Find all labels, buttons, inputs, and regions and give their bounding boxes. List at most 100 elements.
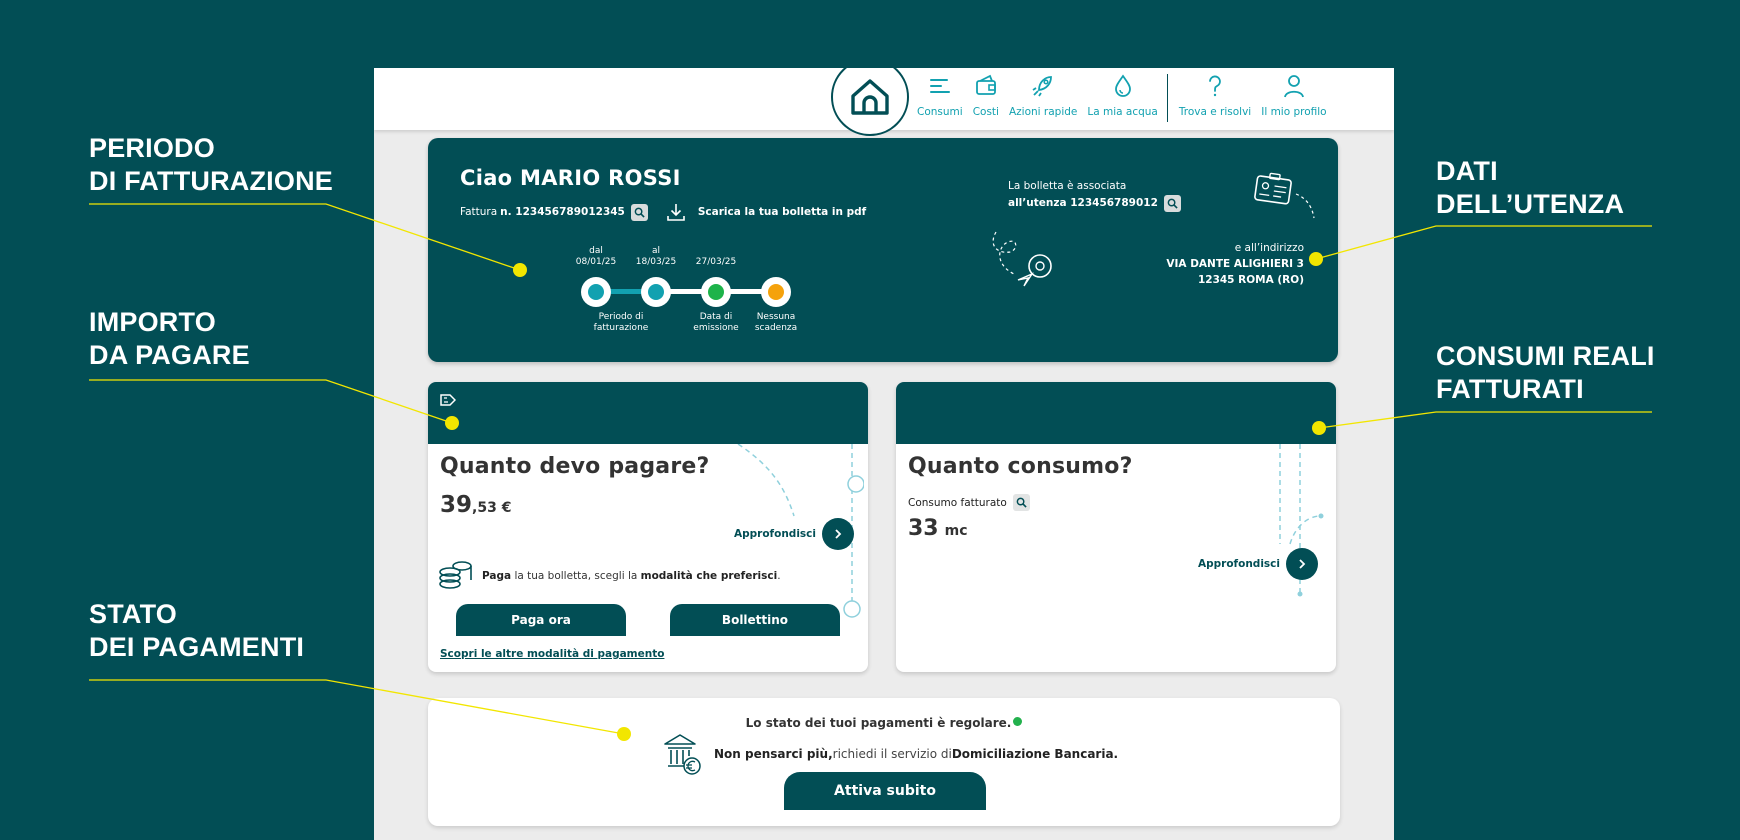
consumption-label: Consumo fatturato: [908, 496, 1007, 509]
invoice-search-button[interactable]: [630, 203, 648, 221]
download-pdf-link[interactable]: Scarica la tua bolletta in pdf: [666, 202, 866, 222]
consumption-search-button[interactable]: [1012, 494, 1030, 511]
payment-hint-bold-2: modalità che preferisci: [640, 570, 778, 582]
bill-summary-card: Ciao MARIO ROSSI Fattura n. 123456789012…: [428, 138, 1338, 362]
nav-costi[interactable]: Costi: [973, 68, 999, 118]
annotation-line: IMPORTO: [89, 307, 216, 337]
pay-now-button[interactable]: Paga ora: [456, 604, 626, 636]
app-window: Consumi Costi Azioni rapide La mia acqua…: [374, 68, 1394, 840]
annotation-line: STATO: [89, 599, 177, 629]
assoc-line-1: La bolletta è associata: [1008, 180, 1127, 192]
payment-more-button[interactable]: Approfondisci: [734, 518, 854, 550]
annotation-importo-da-pagare: IMPORTO DA PAGARE: [89, 306, 250, 372]
direct-debit-promo: Non pensarci più, richiedi il servizio d…: [662, 732, 1118, 776]
promo-text: richiedi il servizio di: [832, 747, 952, 761]
search-icon: [634, 207, 645, 218]
nav-label: Il mio profilo: [1261, 106, 1327, 118]
coins-icon: [439, 561, 472, 589]
billing-timeline: dal 08/01/25 al 18/03/25 27/03/25 Period…: [576, 246, 821, 336]
home-icon: [851, 79, 889, 115]
more-label: Approfondisci: [734, 528, 816, 540]
payment-hint-bold-1: Paga: [482, 570, 512, 582]
utility-association: La bolletta è associata all’utenza 12345…: [1008, 178, 1181, 212]
timeline-due-label-2: scadenza: [754, 323, 798, 333]
water-drop-icon: [1114, 74, 1131, 97]
nav-label: Consumi: [917, 106, 963, 118]
greeting: Ciao MARIO ROSSI: [460, 166, 681, 190]
wallet-icon: [975, 74, 996, 95]
activate-now-button[interactable]: Attiva subito: [784, 772, 986, 810]
payment-status-card: Lo stato dei tuoi pagamenti è regolare. …: [428, 698, 1340, 826]
invoice-number: n. 123456789012345: [500, 206, 625, 218]
nav-trova-e-risolvi[interactable]: Trova e risolvi: [1179, 68, 1251, 118]
nav-la-mia-acqua[interactable]: La mia acqua: [1087, 68, 1158, 118]
assoc-line-2: all’utenza 123456789012: [1008, 197, 1158, 209]
other-payment-methods-link[interactable]: Scopri le altre modalità di pagamento: [440, 648, 664, 660]
amount-due: 39,53 €: [440, 492, 511, 518]
payment-card: Quanto devo pagare? 39,53 € Approfondisc…: [428, 382, 868, 672]
nav-consumi[interactable]: Consumi: [917, 68, 963, 118]
timeline-due-label: Nessuna scadenza: [731, 312, 821, 334]
more-label: Approfondisci: [1198, 558, 1280, 570]
consumption-card: Quanto consumo? Consumo fatturato 33 mc A…: [896, 382, 1336, 672]
consumi-icon: [929, 79, 950, 93]
annotation-line: PERIODO: [89, 133, 215, 163]
timeline-issue-date: 27/03/25: [695, 257, 737, 267]
nav-azioni-rapide[interactable]: Azioni rapide: [1009, 68, 1077, 118]
timeline-to-label: al: [651, 246, 660, 256]
payment-hint: Paga la tua bolletta, scegli la modalità…: [482, 570, 781, 582]
consumption-card-header: [896, 382, 1336, 444]
consumption-more-button[interactable]: Approfondisci: [1198, 548, 1318, 580]
service-address: e all’indirizzo VIA DANTE ALIGHIERI 3 12…: [1166, 240, 1304, 288]
nav-label: Azioni rapide: [1008, 106, 1078, 118]
timeline-node-issue: [701, 277, 731, 307]
annotation-line: DATI: [1436, 156, 1498, 186]
amount-decimal: ,53 €: [472, 500, 512, 516]
address-line-2: 12345 ROMA (RO): [1197, 274, 1304, 286]
payment-hint-text-2: .: [777, 570, 781, 582]
question-icon: [1209, 75, 1221, 97]
payment-slip-button[interactable]: Bollettino: [670, 604, 840, 636]
id-card-icon: [1254, 172, 1315, 219]
annotation-line: DA PAGARE: [89, 340, 250, 370]
nav-il-mio-profilo[interactable]: Il mio profilo: [1261, 68, 1327, 118]
dashed-path-decoration: [1279, 444, 1324, 597]
timeline-node-due: [761, 277, 791, 307]
rocket-icon: [1032, 76, 1053, 97]
timeline-period-label: Periodo di fatturazione: [593, 312, 649, 333]
status-ok-dot: [1013, 717, 1023, 726]
consumption-unit: mc: [944, 523, 968, 539]
timeline-node-start: [581, 277, 611, 307]
tag-icon: [440, 394, 456, 406]
chevron-right-icon: [822, 518, 854, 550]
consumption-label-row: Consumo fatturato: [908, 494, 1030, 511]
download-label: Scarica la tua bolletta in pdf: [697, 206, 867, 218]
search-icon: [1016, 497, 1027, 508]
annotation-dati-utenza: DATI DELL’UTENZA: [1436, 155, 1624, 221]
consumption-number: 33: [908, 516, 939, 541]
annotation-line: FATTURATI: [1436, 374, 1584, 404]
nav-label: Trova e risolvi: [1178, 106, 1252, 118]
payment-card-header: [428, 382, 868, 444]
annotation-stato-pagamenti: STATO DEI PAGAMENTI: [89, 598, 304, 664]
nav-label: La mia acqua: [1087, 106, 1158, 118]
timeline-due-label-1: Nessuna: [756, 312, 796, 322]
nav-label: Costi: [972, 106, 999, 118]
consumption-value: 33 mc: [908, 516, 968, 541]
utility-search-button[interactable]: [1163, 195, 1181, 212]
chevron-right-icon: [1286, 548, 1318, 580]
annotation-line: DELL’UTENZA: [1436, 189, 1625, 219]
annotation-line: CONSUMI REALI: [1436, 341, 1655, 371]
invoice-prefix: Fattura: [460, 206, 498, 218]
download-icon: [667, 204, 685, 221]
annotation-line: DEI PAGAMENTI: [89, 632, 305, 662]
payment-title: Quanto devo pagare?: [440, 454, 710, 479]
amount-integer: 39: [440, 492, 473, 518]
invoice-row: Fattura n. 123456789012345 Scarica la tu…: [460, 202, 866, 222]
top-navigation: Consumi Costi Azioni rapide La mia acqua…: [374, 68, 1394, 136]
home-button[interactable]: [831, 68, 909, 136]
address-line-1: VIA DANTE ALIGHIERI 3: [1166, 258, 1304, 270]
promo-bold-2: Domiciliazione Bancaria.: [951, 747, 1119, 761]
nav-items: Consumi Costi Azioni rapide La mia acqua…: [912, 68, 1332, 130]
location-pin-icon: [992, 231, 1052, 287]
